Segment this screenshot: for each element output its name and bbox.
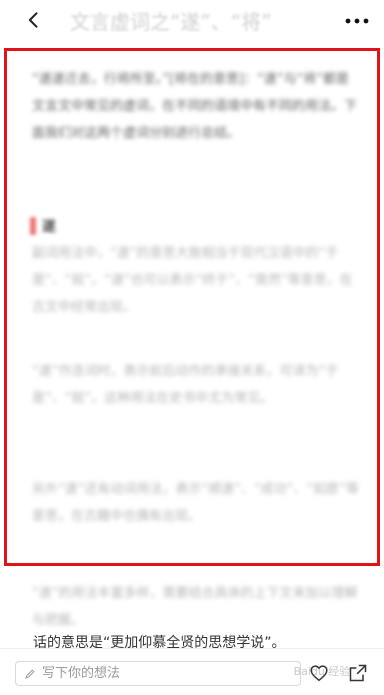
annotation-highlight-box xyxy=(4,48,380,566)
back-button[interactable] xyxy=(20,6,48,34)
comment-input[interactable]: 写下你的想法 xyxy=(15,661,301,686)
share-icon xyxy=(349,664,367,682)
article-page: 文言虚词之“遂”、“将” “遂遂迁去，行将所至。”[将在的意思]：“遂”与“将”… xyxy=(0,0,384,695)
chevron-left-icon xyxy=(28,12,38,28)
like-button[interactable] xyxy=(306,660,332,686)
more-dots-icon xyxy=(345,18,369,24)
share-button[interactable] xyxy=(345,660,371,686)
comment-placeholder: 写下你的想法 xyxy=(42,666,121,681)
pencil-icon xyxy=(25,668,35,679)
page-title: 文言虚词之“遂”、“将” xyxy=(70,10,272,34)
body-paragraph-4: “遂”的用法丰富多样，需要结合具体的上下文来加以理解与把握。 xyxy=(32,586,358,628)
heart-icon xyxy=(310,665,328,682)
bottom-toolbar: 写下你的想法 xyxy=(0,648,384,695)
top-bar: 文言虚词之“遂”、“将” xyxy=(0,0,384,44)
more-button[interactable] xyxy=(340,10,374,32)
